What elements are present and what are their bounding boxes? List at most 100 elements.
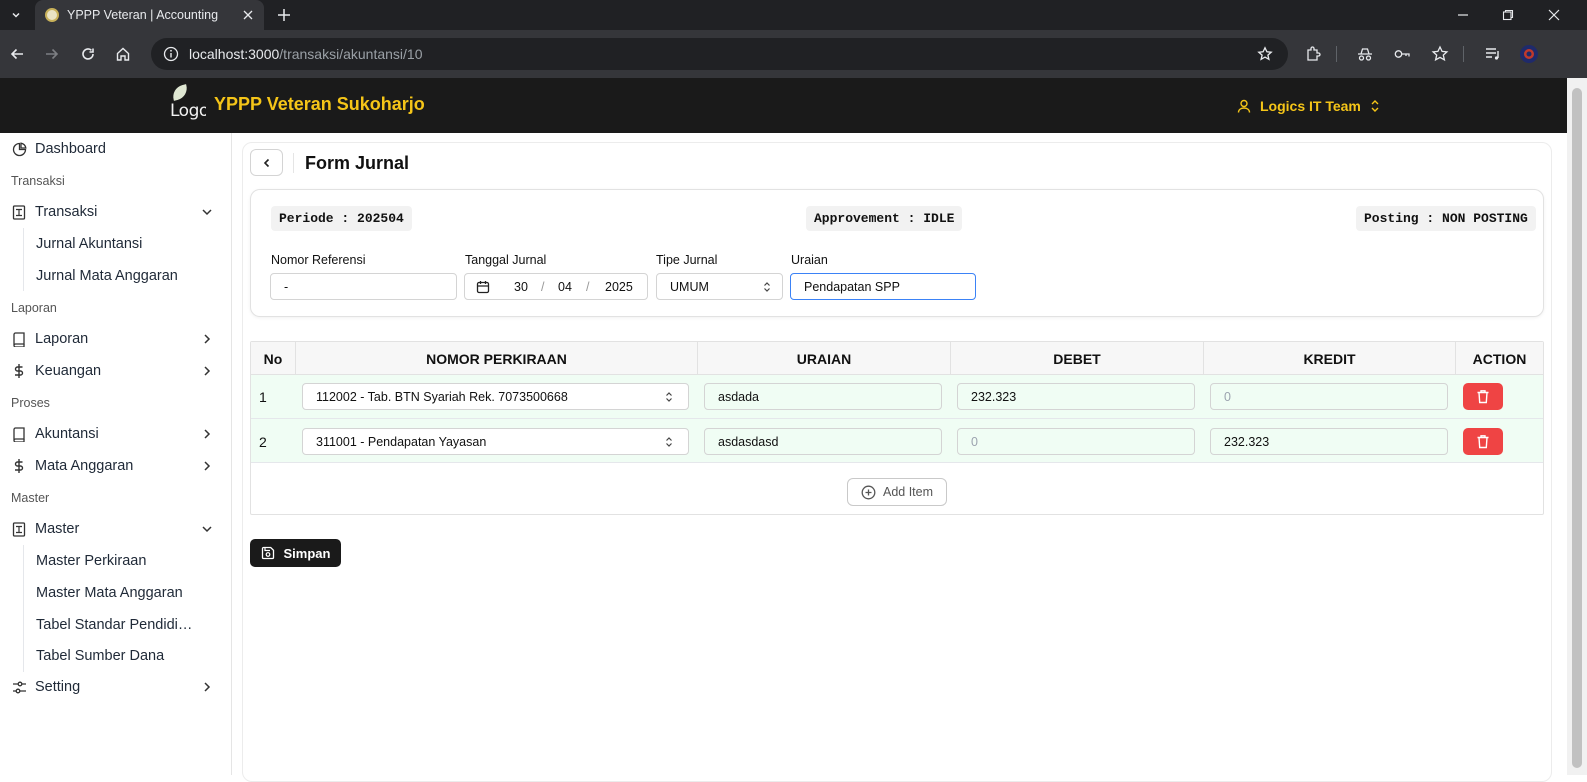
back-button[interactable] [250, 149, 283, 176]
uraian-cell-value: asdasdasd [718, 434, 779, 449]
date-separator: / [541, 280, 545, 294]
uraian-input[interactable]: Pendapatan SPP [790, 273, 976, 300]
chevron-left-icon [263, 158, 269, 167]
scrollbar-thumb[interactable] [1572, 88, 1582, 768]
leaf-icon [170, 84, 190, 101]
sidebar-item-setting[interactable]: Setting [0, 673, 232, 701]
sidebar-item-dashboard[interactable]: Dashboard [0, 135, 232, 163]
kredit-input[interactable]: 0 [1210, 383, 1448, 410]
nomor-referensi-label: Nomor Referensi [271, 253, 366, 267]
browser-tabstrip: YPPP Veteran | Accounting [0, 0, 1587, 30]
close-icon [1548, 9, 1560, 21]
date-month[interactable]: 04 [558, 280, 572, 294]
spy-icon [1358, 48, 1372, 61]
plus-circle-icon [861, 485, 876, 500]
new-tab-button[interactable] [272, 3, 296, 27]
tab-favicon-icon [45, 8, 59, 22]
add-item-button[interactable]: Add Item [847, 478, 947, 506]
address-bar[interactable]: localhost:3000/transaksi/akuntansi/10 [151, 38, 1288, 70]
sidebar-item-jurnal-akuntansi[interactable]: Jurnal Akuntansi [36, 236, 196, 252]
avatar-icon [1520, 45, 1538, 63]
incognito-button[interactable] [1353, 42, 1377, 66]
home-icon [116, 47, 130, 61]
sidebar-item-master[interactable]: Master [0, 515, 232, 543]
uraian-cell-input[interactable]: asdasdasd [704, 428, 942, 455]
sidebar-item-master-mata-anggaran[interactable]: Master Mata Anggaran [36, 585, 196, 601]
nomor-referensi-input[interactable]: - [270, 273, 457, 300]
perkiraan-select[interactable]: 112002 - Tab. BTN Syariah Rek. 707350066… [302, 383, 689, 410]
debet-value: 232.323 [971, 389, 1017, 404]
column-header-debet: DEBET [1053, 350, 1101, 367]
kredit-input[interactable]: 232.323 [1210, 428, 1448, 455]
header-divider [293, 153, 294, 173]
dollar-icon [11, 458, 27, 474]
sidebar-item-tabel-standar[interactable]: Tabel Standar Pendidikan [36, 617, 196, 633]
media-button[interactable] [1481, 42, 1505, 66]
debet-value: 0 [971, 434, 978, 449]
restore-icon [1502, 9, 1514, 21]
tab-search-button[interactable] [4, 3, 28, 27]
chevron-down-icon [12, 12, 20, 18]
forward-nav-button[interactable] [40, 42, 64, 66]
chevrons-up-down-icon [1369, 99, 1381, 113]
uraian-cell-input[interactable]: asdada [704, 383, 942, 410]
sidebar-item-akuntansi[interactable]: Akuntansi [0, 420, 232, 448]
password-button[interactable] [1390, 42, 1414, 66]
minimize-button[interactable] [1440, 0, 1486, 30]
reload-button[interactable] [76, 42, 100, 66]
sidebar-section-proses: Proses [11, 396, 50, 410]
page-scrollbar[interactable] [1567, 78, 1587, 775]
save-label: Simpan [283, 545, 331, 561]
key-icon [1394, 50, 1410, 58]
browser-tab[interactable]: YPPP Veteran | Accounting [35, 0, 264, 30]
sidebar-item-mata-anggaran[interactable]: Mata Anggaran [0, 452, 232, 480]
close-tab-button[interactable] [238, 5, 258, 25]
chevrons-up-down-icon [762, 281, 772, 293]
debet-input[interactable]: 232.323 [957, 383, 1195, 410]
delete-row-button[interactable] [1463, 383, 1503, 410]
sidebar-item-keuangan[interactable]: Keuangan [0, 357, 232, 385]
sidebar-item-laporan[interactable]: Laporan [0, 325, 232, 353]
date-year[interactable]: 2025 [605, 280, 633, 294]
calendar-icon [476, 280, 490, 294]
column-header-uraian: URAIAN [796, 350, 852, 367]
uraian-value: Pendapatan SPP [804, 279, 900, 294]
bookmark-star-icon[interactable] [1248, 46, 1282, 62]
sidebar-item-master-perkiraan[interactable]: Master Perkiraan [36, 553, 196, 569]
back-nav-button[interactable] [5, 42, 29, 66]
tipe-jurnal-label: Tipe Jurnal [656, 253, 718, 267]
profile-avatar[interactable] [1517, 42, 1541, 66]
sidebar-item-label: Keuangan [35, 363, 102, 379]
arrow-left-icon [10, 48, 23, 60]
sidebar-item-transaksi[interactable]: Transaksi [0, 198, 232, 226]
perkiraan-select[interactable]: 311001 - Pendapatan Yayasan [302, 428, 689, 455]
home-button[interactable] [111, 42, 135, 66]
browser-toolbar: localhost:3000/transaksi/akuntansi/10 [0, 30, 1587, 78]
restore-button[interactable] [1485, 0, 1531, 30]
row-number: 2 [259, 434, 267, 450]
chevron-down-icon [200, 522, 214, 536]
page-title: Form Jurnal [305, 153, 410, 173]
delete-row-button[interactable] [1463, 428, 1503, 455]
user-icon [1237, 99, 1251, 113]
site-info-icon[interactable] [155, 46, 187, 62]
sliders-icon [11, 679, 27, 695]
sidebar-item-jurnal-mata-anggaran[interactable]: Jurnal Mata Anggaran [36, 268, 196, 284]
favorites-button[interactable] [1428, 42, 1452, 66]
save-button[interactable]: Simpan [250, 539, 341, 567]
sidebar-section-master: Master [11, 491, 50, 505]
trash-icon [1477, 435, 1489, 449]
debet-input[interactable]: 0 [957, 428, 1195, 455]
book-icon [11, 426, 27, 442]
tanggal-jurnal-input[interactable]: 30 / 04 / 2025 [464, 273, 648, 300]
user-menu[interactable]: Logics IT Team [1237, 96, 1381, 116]
sidebar-item-tabel-sumber-dana[interactable]: Tabel Sumber Dana [36, 648, 196, 664]
chevron-right-icon [200, 364, 214, 378]
close-window-button[interactable] [1531, 0, 1577, 30]
tipe-jurnal-select[interactable]: UMUM [656, 273, 783, 300]
submenu-guide-line [23, 228, 24, 291]
extensions-button[interactable] [1302, 42, 1326, 66]
column-header-kredit: KREDIT [1303, 350, 1356, 367]
puzzle-icon [1307, 46, 1321, 61]
date-day[interactable]: 30 [514, 280, 528, 294]
